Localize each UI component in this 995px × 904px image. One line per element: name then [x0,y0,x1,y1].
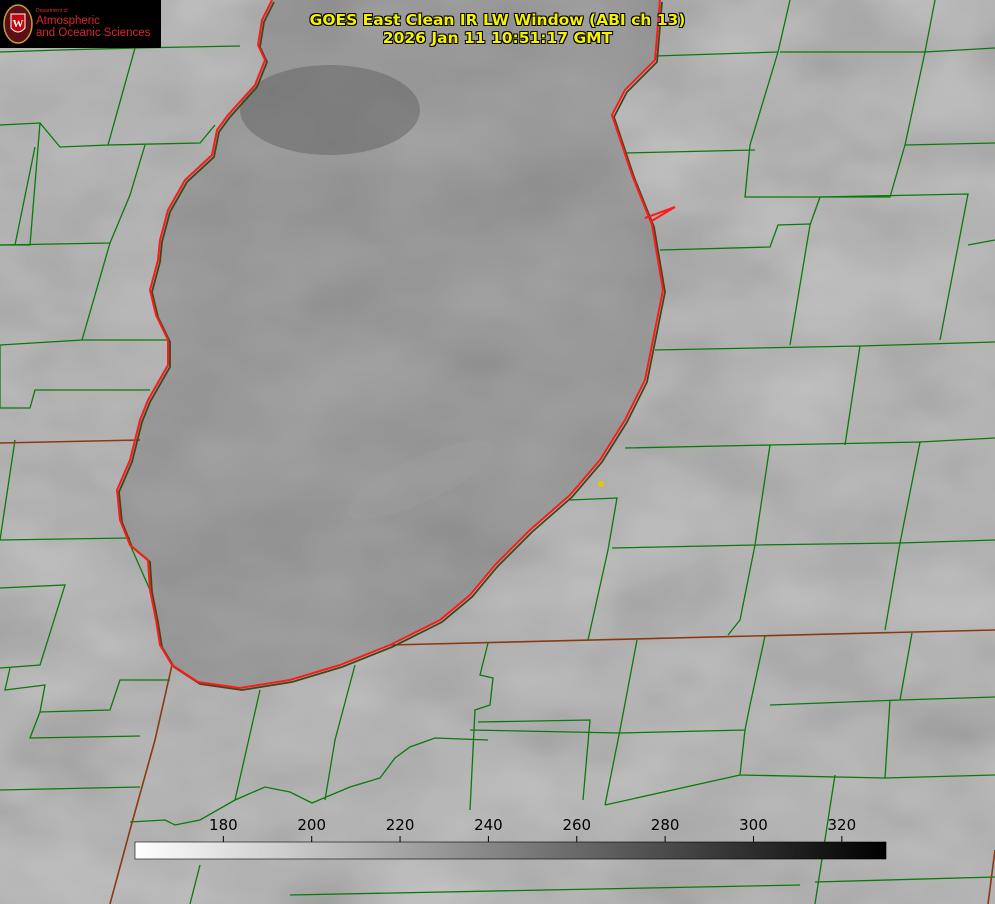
colorbar-tick-label: 180 [209,816,238,834]
logo-text: Department of Atmospheric and Oceanic Sc… [36,9,151,39]
colorbar-tick-label: 220 [386,816,415,834]
logo-line-2: and Oceanic Sciences [36,26,151,39]
location-marker [598,481,604,487]
logo-line-1: Atmospheric [36,14,100,27]
colorbar-tick-label: 300 [739,816,768,834]
image-title: GOES East Clean IR LW Window (ABI ch 13)… [240,11,755,47]
uw-crest-icon: W [3,4,33,44]
satellite-viewer: 180 200 220 240 260 280 300 320 W Department of… [0,0,995,904]
title-product: GOES East Clean IR LW Window (ABI ch 13) [309,11,686,29]
satellite-map: 180 200 220 240 260 280 300 320 [0,0,995,904]
colorbar-tick-label: 320 [828,816,857,834]
cold-cloud-patch [240,65,420,155]
colorbar-tick-label: 240 [474,816,503,834]
title-timestamp: 2026 Jan 11 10:51:17 GMT [382,29,613,47]
colorbar-tick-label: 280 [651,816,680,834]
colorbar-tick-label: 260 [562,816,591,834]
colorbar-gradient [134,841,887,860]
colorbar-tick-label: 200 [297,816,326,834]
crest-letter: W [13,18,24,30]
university-logo: W Department of Atmospheric and Oceanic … [0,0,161,48]
